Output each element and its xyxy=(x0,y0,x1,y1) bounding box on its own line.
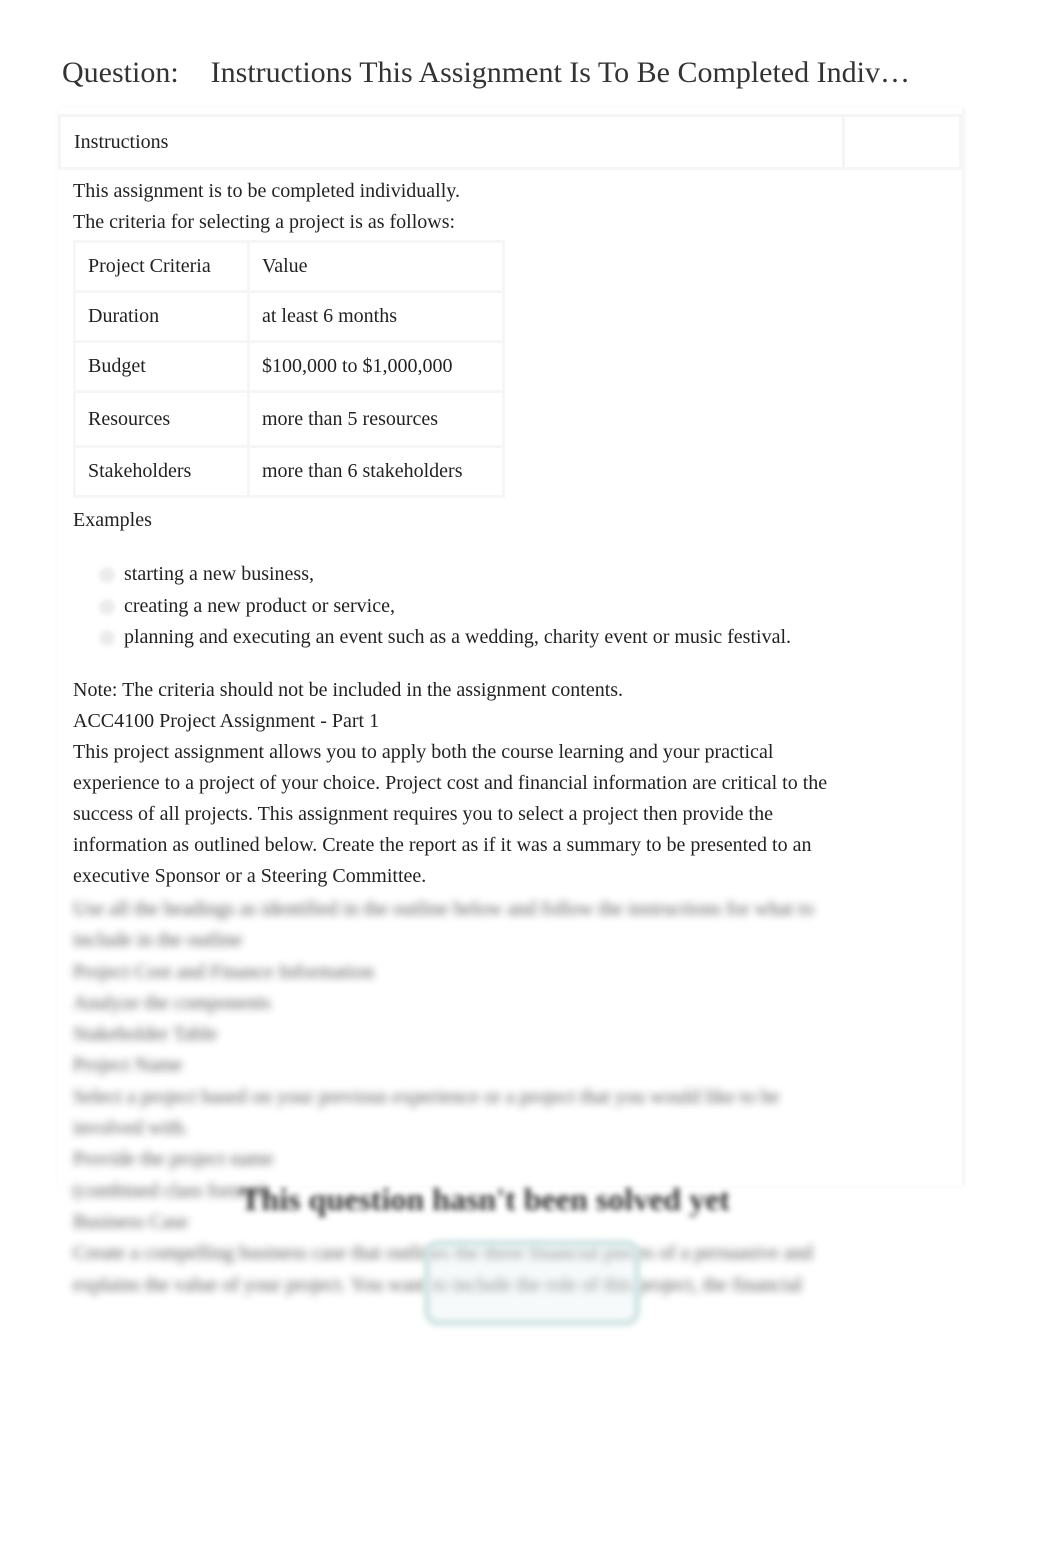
table-header-row: Project Criteria Value xyxy=(73,240,505,293)
criteria-table: Project Criteria Value Duration at least… xyxy=(73,240,505,498)
unsolved-overlay-title: This question hasn't been solved yet xyxy=(240,1181,730,1217)
criteria-cell: Resources xyxy=(73,390,250,448)
note-text: Note: The criteria should not be include… xyxy=(73,679,624,701)
intro-text: This assignment is to be completed indiv… xyxy=(73,176,873,238)
blurred-line: Provide the project name xyxy=(73,1148,274,1171)
card-header: Instructions xyxy=(58,114,962,170)
assignment-paragraph-line: This project assignment allows you to ap… xyxy=(73,741,774,763)
table-row: Resources more than 5 resources xyxy=(73,390,505,448)
assignment-paragraph-line: information as outlined below. Create th… xyxy=(73,834,812,856)
assignment-body: Note: The criteria should not be include… xyxy=(73,675,873,892)
table-row: Duration at least 6 months xyxy=(73,290,505,343)
blurred-line: Select a project based on your previous … xyxy=(73,1085,780,1108)
blurred-line: involved with. xyxy=(73,1117,189,1140)
bullet-icon xyxy=(99,598,115,615)
question-title: Instructions This Assignment Is To Be Co… xyxy=(210,56,910,89)
table-row: Budget $100,000 to $1,000,000 xyxy=(73,340,505,393)
value-cell: more than 6 stakeholders xyxy=(247,445,505,498)
card-header-empty-cell xyxy=(845,117,959,167)
assignment-paragraph-line: executive Sponsor or a Steering Committe… xyxy=(73,865,427,887)
blurred-line: Project Name xyxy=(73,1054,183,1077)
value-cell: $100,000 to $1,000,000 xyxy=(247,340,505,393)
blurred-line: Stakeholder Table xyxy=(73,1023,218,1046)
question-label: Question: xyxy=(62,56,179,89)
list-item: planning and executing an event such as … xyxy=(73,622,791,654)
list-item-text: starting a new business, xyxy=(124,563,314,585)
unlock-button[interactable] xyxy=(424,1240,640,1326)
card-header-label: Instructions xyxy=(61,117,845,167)
value-cell: more than 5 resources xyxy=(247,390,505,448)
table-row: Stakeholders more than 6 stakeholders xyxy=(73,445,505,498)
column-header: Project Criteria xyxy=(73,240,250,293)
blurred-line: Use all the headings as identified in th… xyxy=(73,898,814,920)
bullet-icon xyxy=(99,567,115,583)
intro-line: The criteria for selecting a project is … xyxy=(73,211,456,233)
bullet-icon xyxy=(99,630,115,646)
criteria-cell: Budget xyxy=(73,340,250,393)
criteria-cell: Duration xyxy=(73,290,250,343)
examples-label: Examples xyxy=(73,509,152,531)
assignment-paragraph-line: experience to a project of your choice. … xyxy=(73,772,828,794)
assignment-paragraph-line: success of all projects. This assignment… xyxy=(73,803,773,825)
blurred-line: Project Cost and Finance Information xyxy=(73,960,375,983)
criteria-cell: Stakeholders xyxy=(73,445,250,498)
list-item-text: creating a new product or service, xyxy=(124,594,395,617)
list-item: starting a new business, xyxy=(73,559,791,591)
value-cell: at least 6 months xyxy=(247,290,505,343)
blurred-line: include in the outline xyxy=(73,929,243,952)
column-header: Value xyxy=(247,240,505,293)
examples-list: starting a new business, creating a new … xyxy=(73,559,791,654)
blurred-line: Analyze the components xyxy=(73,991,271,1014)
list-item-text: planning and executing an event such as … xyxy=(124,626,792,648)
assignment-title: ACC4100 Project Assignment - Part 1 xyxy=(73,710,380,732)
intro-line: This assignment is to be completed indiv… xyxy=(73,180,460,202)
list-item: creating a new product or service, xyxy=(73,591,791,623)
page-title: Question: Instructions This Assignment Is… xyxy=(62,56,910,90)
